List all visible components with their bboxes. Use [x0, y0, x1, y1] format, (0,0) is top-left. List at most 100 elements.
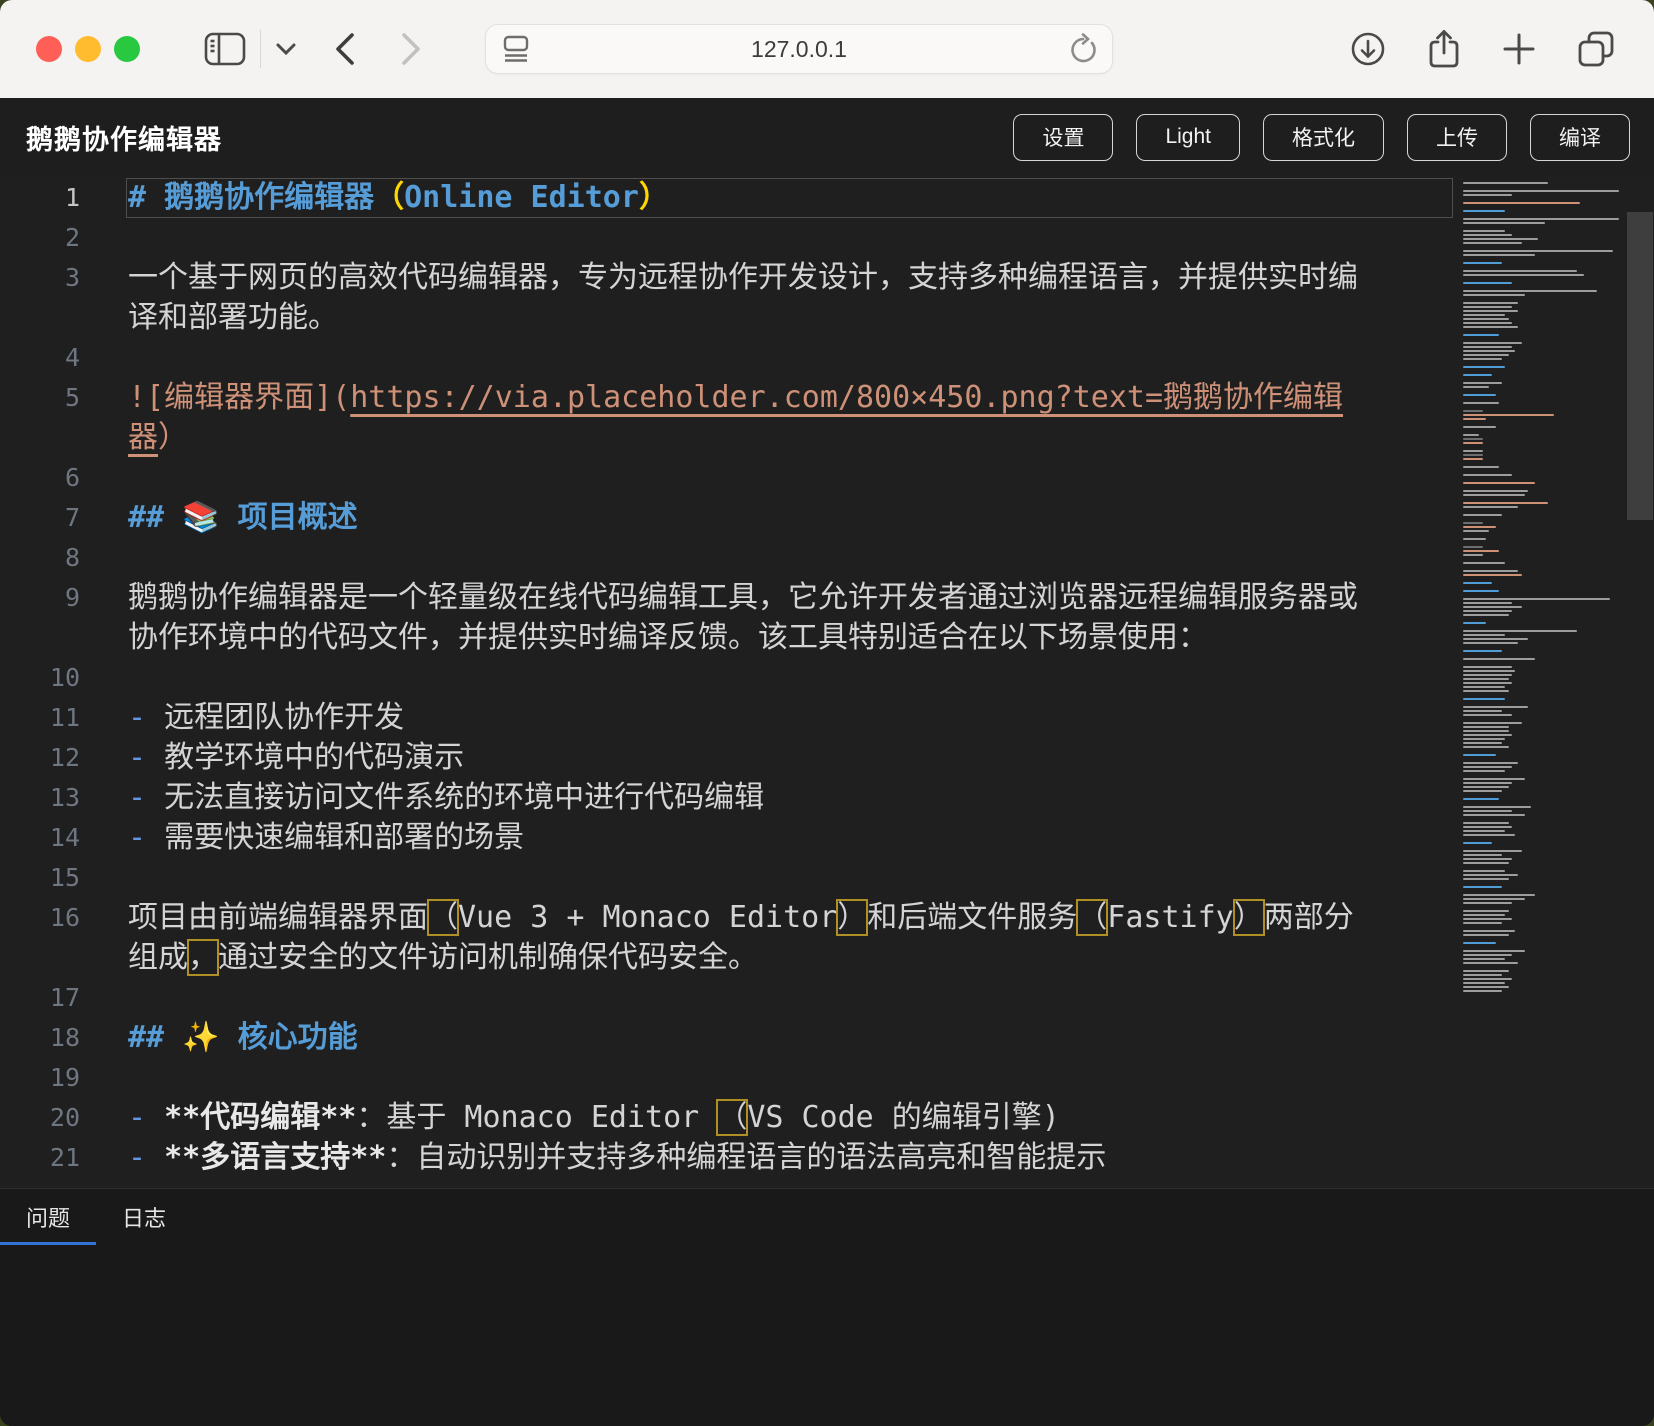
chevron-down-icon[interactable] [271, 38, 301, 60]
minimap[interactable] [1455, 182, 1626, 1188]
minimap-row [1463, 830, 1505, 832]
vertical-scrollbar[interactable] [1626, 176, 1654, 1188]
url-text[interactable]: 127.0.0.1 [486, 36, 1112, 63]
editor-line-content[interactable]: - 需要快速编辑和部署的场景 [128, 818, 1455, 858]
line-number: 19 [0, 1058, 80, 1098]
editor-line[interactable]: 2 [0, 218, 1455, 258]
browser-window: 127.0.0.1 [0, 0, 1654, 1426]
format-button[interactable]: 格式化 [1263, 114, 1384, 161]
editor-line[interactable]: 8 [0, 538, 1455, 578]
editor-lines[interactable]: 1# 鹅鹅协作编辑器（Online Editor）23一个基于网页的高效代码编辑… [0, 178, 1455, 1178]
editor-line[interactable]: 6 [0, 458, 1455, 498]
editor-line-content[interactable]: - 教学环境中的代码演示 [128, 738, 1455, 778]
editor-line-content[interactable]: ![编辑器界面](https://via.placeholder.com/800… [128, 378, 1455, 458]
tab-problems[interactable]: 问题 [0, 1189, 96, 1245]
editor-line[interactable]: 15 [0, 858, 1455, 898]
editor-line[interactable]: 14- 需要快速编辑和部署的场景 [0, 818, 1455, 858]
minimap-row [1463, 638, 1528, 640]
editor-line[interactable]: 9鹅鹅协作编辑器是一个轻量级在线代码编辑工具，它允许开发者通过浏览器远程编辑服务… [0, 578, 1455, 658]
minimap-row [1463, 978, 1512, 980]
minimap-row [1463, 478, 1626, 480]
minimap-row [1463, 562, 1505, 564]
new-tab-icon[interactable] [1498, 28, 1540, 70]
line-number: 20 [0, 1098, 80, 1138]
editor-line-content[interactable]: # 鹅鹅协作编辑器（Online Editor） [128, 178, 1455, 218]
editor-line-content[interactable] [128, 978, 1455, 1018]
editor-line[interactable]: 18## ✨ 核心功能 [0, 1018, 1455, 1058]
minimap-row [1463, 286, 1626, 288]
close-button[interactable] [36, 36, 62, 62]
code-editor[interactable]: 1# 鹅鹅协作编辑器（Online Editor）23一个基于网页的高效代码编辑… [0, 176, 1654, 1188]
minimap-row [1463, 934, 1509, 936]
minimap-row [1463, 806, 1531, 808]
editor-line-content[interactable]: ## ✨ 核心功能 [128, 1018, 1455, 1058]
minimap-row [1463, 778, 1525, 780]
reload-icon[interactable] [1066, 33, 1100, 67]
zoom-button[interactable] [114, 36, 140, 62]
minimap-row [1463, 294, 1525, 296]
code-segment: ） [837, 900, 867, 935]
sidebar-toggle-icon[interactable] [200, 28, 250, 70]
editor-line[interactable]: 3一个基于网页的高效代码编辑器，专为远程协作开发设计，支持多种编程语言，并提供实… [0, 258, 1455, 338]
editor-line-content[interactable] [128, 538, 1455, 578]
minimap-row [1463, 842, 1492, 844]
editor-line[interactable]: 1# 鹅鹅协作编辑器（Online Editor） [0, 178, 1455, 218]
code-segment: # 鹅鹅协作编辑器 [128, 180, 374, 215]
editor-line-content[interactable]: 项目由前端编辑器界面（Vue 3 + Monaco Editor）和后端文件服务… [128, 898, 1455, 978]
line-number: 6 [0, 458, 80, 498]
minimap-row [1463, 246, 1626, 248]
editor-line[interactable]: 13- 无法直接访问文件系统的环境中进行代码编辑 [0, 778, 1455, 818]
editor-line-content[interactable]: - 无法直接访问文件系统的环境中进行代码编辑 [128, 778, 1455, 818]
editor-line[interactable]: 10 [0, 658, 1455, 698]
editor-line-content[interactable] [128, 858, 1455, 898]
editor-line-content[interactable]: - 远程团队协作开发 [128, 698, 1455, 738]
settings-button[interactable]: 设置 [1013, 114, 1113, 161]
minimap-row [1463, 734, 1512, 736]
back-button[interactable] [329, 27, 361, 71]
editor-line[interactable]: 4 [0, 338, 1455, 378]
code-segment: 教学环境中的代码演示 [164, 740, 464, 775]
tab-logs[interactable]: 日志 [96, 1189, 192, 1245]
share-icon[interactable] [1422, 25, 1466, 73]
address-bar[interactable]: 127.0.0.1 [485, 24, 1113, 74]
minimap-row [1463, 694, 1626, 696]
page-title: 鹅鹅协作编辑器 [26, 118, 222, 157]
editor-line-content[interactable] [128, 1058, 1455, 1098]
minimap-row [1463, 454, 1483, 456]
minimap-row [1463, 506, 1518, 508]
editor-line[interactable]: 21- **多语言支持**：自动识别并支持多种编程语言的语法高亮和智能提示 [0, 1138, 1455, 1178]
minimap-row [1463, 698, 1505, 700]
minimap-row [1463, 486, 1626, 488]
forward-button[interactable] [395, 27, 427, 71]
upload-button[interactable]: 上传 [1407, 114, 1507, 161]
editor-line-content[interactable] [128, 458, 1455, 498]
editor-line-content[interactable]: 鹅鹅协作编辑器是一个轻量级在线代码编辑工具，它允许开发者通过浏览器远程编辑服务器… [128, 578, 1455, 658]
tab-overview-icon[interactable] [1572, 25, 1620, 73]
scrollbar-thumb[interactable] [1627, 212, 1653, 520]
minimap-row [1463, 770, 1505, 772]
editor-line-content[interactable] [128, 658, 1455, 698]
minimap-row [1463, 530, 1489, 532]
downloads-icon[interactable] [1346, 27, 1390, 71]
editor-line[interactable]: 11- 远程团队协作开发 [0, 698, 1455, 738]
editor-line[interactable]: 16项目由前端编辑器界面（Vue 3 + Monaco Editor）和后端文件… [0, 898, 1455, 978]
editor-line[interactable]: 17 [0, 978, 1455, 1018]
editor-line-content[interactable]: - **代码编辑**：基于 Monaco Editor （VS Code 的编辑… [128, 1098, 1455, 1138]
editor-line[interactable]: 7## 📚 项目概述 [0, 498, 1455, 538]
minimize-button[interactable] [75, 36, 101, 62]
editor-line[interactable]: 20 - **代码编辑**：基于 Monaco Editor （VS Code 的… [0, 1098, 1455, 1138]
editor-line[interactable]: 12- 教学环境中的代码演示 [0, 738, 1455, 778]
editor-line-content[interactable]: 一个基于网页的高效代码编辑器，专为远程协作开发设计，支持多种编程语言，并提供实时… [128, 258, 1455, 338]
editor-line-content[interactable] [128, 338, 1455, 378]
editor-line[interactable]: 19 [0, 1058, 1455, 1098]
theme-toggle-button[interactable]: Light [1136, 114, 1240, 161]
minimap-row [1463, 814, 1525, 816]
editor-line[interactable]: 5![编辑器界面](https://via.placeholder.com/80… [0, 378, 1455, 458]
minimap-row [1463, 874, 1518, 876]
editor-line-content[interactable]: - **多语言支持**：自动识别并支持多种编程语言的语法高亮和智能提示 [128, 1138, 1455, 1178]
minimap-row [1463, 402, 1499, 404]
editor-line-content[interactable] [128, 218, 1455, 258]
compile-button[interactable]: 编译 [1530, 114, 1630, 161]
editor-line-content[interactable]: ## 📚 项目概述 [128, 498, 1455, 538]
bottom-panel: 问题日志 [0, 1188, 1654, 1426]
